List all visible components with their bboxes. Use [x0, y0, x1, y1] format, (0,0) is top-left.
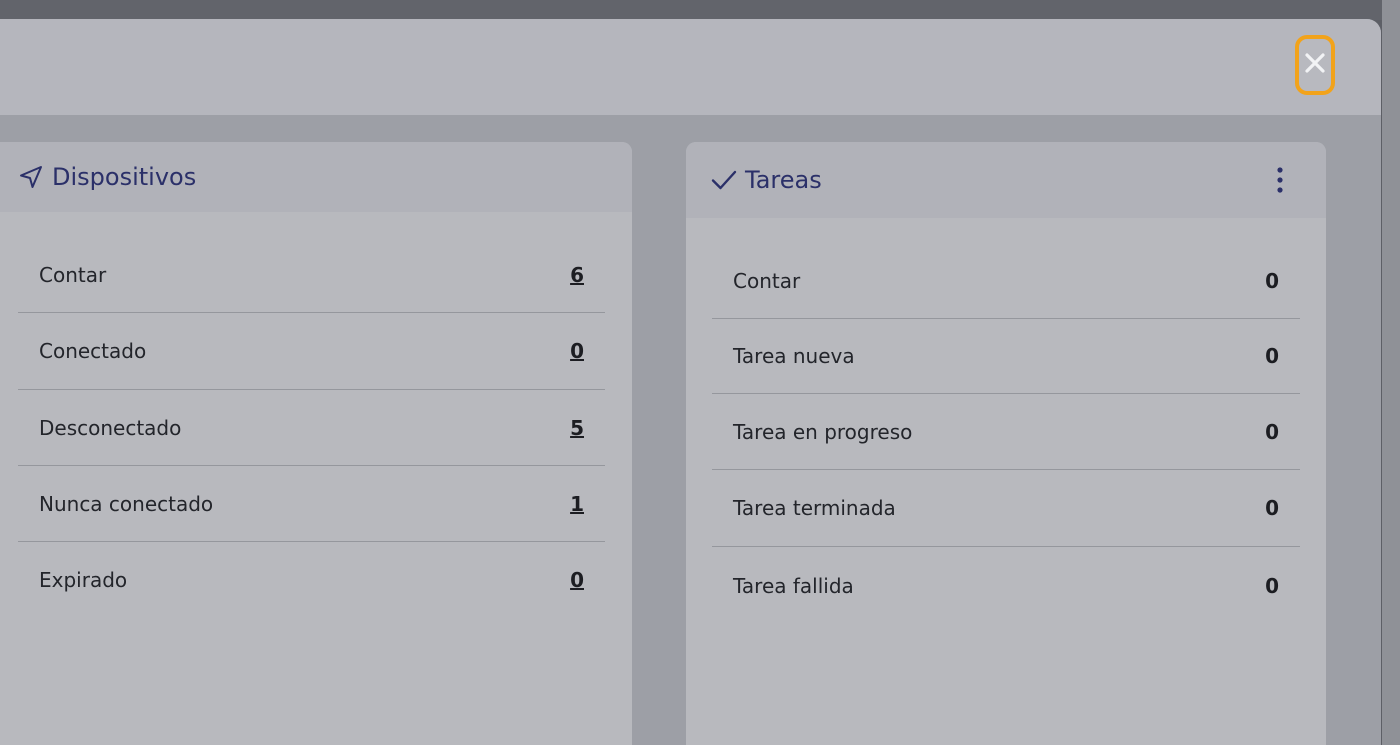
devices-card: Dispositivos Contar 6 Conectado 0 Descon… — [0, 142, 632, 745]
navigation-arrow-icon — [18, 164, 44, 190]
row-value: 0 — [1265, 268, 1279, 293]
tasks-row-new: Tarea nueva 0 — [712, 319, 1300, 394]
tasks-card-header: Tareas — [686, 142, 1326, 218]
devices-row-expired: Expirado 0 — [18, 542, 605, 618]
more-vertical-icon[interactable] — [1268, 164, 1292, 196]
row-label: Contar — [733, 268, 801, 293]
close-button[interactable] — [1295, 35, 1335, 95]
row-label: Desconectado — [39, 415, 182, 440]
tasks-card: Tareas Contar 0 Tarea nueva 0 Tarea en p… — [686, 142, 1326, 745]
row-value: 0 — [1265, 496, 1279, 520]
devices-expired-link[interactable]: 0 — [570, 568, 605, 592]
tasks-row-failed: Tarea fallida 0 — [712, 547, 1300, 624]
devices-card-header: Dispositivos — [0, 142, 632, 212]
row-label: Contar — [39, 262, 107, 287]
devices-row-count: Contar 6 — [18, 237, 605, 313]
row-value: 0 — [1265, 344, 1279, 368]
page-backdrop — [0, 0, 1400, 20]
close-icon — [1304, 52, 1326, 78]
devices-connected-link[interactable]: 0 — [570, 339, 605, 363]
row-value: 0 — [1265, 419, 1279, 444]
row-label: Tarea fallida — [733, 573, 854, 598]
devices-count-link[interactable]: 6 — [570, 263, 605, 287]
row-label: Tarea en progreso — [733, 419, 913, 444]
modal-header — [0, 19, 1381, 115]
devices-row-disconnected: Desconectado 5 — [18, 390, 605, 466]
check-icon — [711, 167, 737, 193]
row-value: 0 — [1265, 573, 1279, 598]
devices-card-title: Dispositivos — [52, 163, 197, 191]
row-label: Expirado — [39, 568, 128, 592]
row-label: Tarea terminada — [733, 496, 896, 520]
row-label: Tarea nueva — [733, 344, 855, 368]
tasks-card-title: Tareas — [745, 166, 822, 194]
tasks-row-in-progress: Tarea en progreso 0 — [712, 394, 1300, 470]
devices-row-connected: Conectado 0 — [18, 313, 605, 390]
tasks-row-finished: Tarea terminada 0 — [712, 470, 1300, 547]
devices-never-connected-link[interactable]: 1 — [570, 492, 605, 516]
devices-row-never-connected: Nunca conectado 1 — [18, 466, 605, 542]
row-label: Conectado — [39, 339, 147, 363]
row-label: Nunca conectado — [39, 491, 214, 516]
page-backdrop-edge — [1382, 0, 1400, 745]
dashboard-modal: Dispositivos Contar 6 Conectado 0 Descon… — [0, 19, 1381, 745]
devices-disconnected-link[interactable]: 5 — [570, 416, 605, 440]
tasks-row-count: Contar 0 — [712, 243, 1300, 319]
